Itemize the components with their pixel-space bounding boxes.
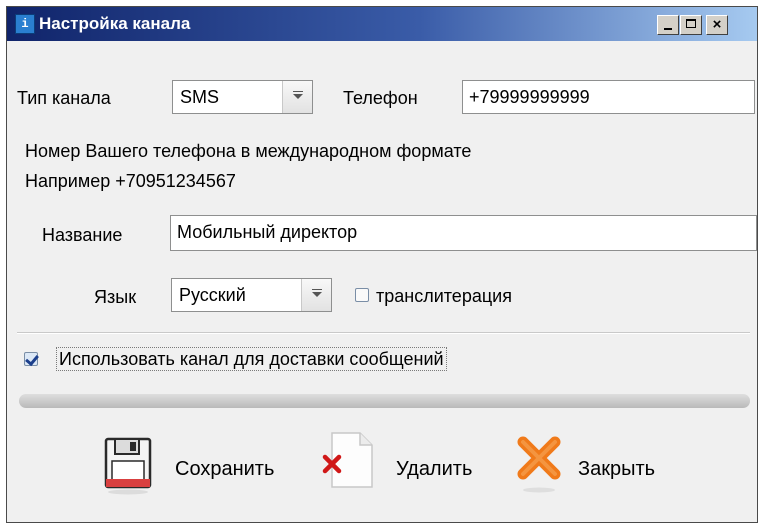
delete-button[interactable]: Удалить — [320, 427, 500, 499]
use-channel-label[interactable]: Использовать канал для доставки сообщени… — [56, 347, 447, 371]
language-value: Русский — [179, 285, 246, 305]
name-input[interactable]: Мобильный директор — [170, 215, 757, 251]
maximize-icon — [686, 19, 696, 28]
minimize-icon — [664, 28, 672, 30]
channel-app-icon: i — [15, 14, 35, 34]
close-icon: × — [712, 16, 722, 33]
transliteration-label[interactable]: транслитерация — [376, 285, 512, 307]
dropdown-button[interactable] — [301, 279, 331, 311]
phone-hint-line1: Номер Вашего телефона в международном фо… — [25, 141, 472, 161]
close-label: Закрыть — [578, 458, 656, 480]
phone-hint-line2: Например +70951234567 — [25, 171, 236, 191]
save-button[interactable]: Сохранить — [103, 435, 303, 507]
channel-type-value: SMS — [180, 87, 220, 107]
phone-input[interactable]: +79999999999 — [462, 80, 755, 114]
close-window-button[interactable]: × — [706, 15, 728, 35]
chevron-down-icon — [293, 94, 303, 99]
save-label: Сохранить — [175, 458, 275, 480]
delete-label: Удалить — [396, 458, 473, 480]
floppy-disk-icon — [104, 437, 152, 495]
title-bar[interactable]: i Настройка канала × — [7, 7, 757, 41]
dropdown-bar-icon — [312, 289, 322, 290]
dropdown-bar-icon — [293, 91, 303, 92]
window-title: Настройка канала — [39, 14, 191, 33]
transliteration-checkbox[interactable] — [355, 288, 369, 302]
channel-settings-dialog: i Настройка канала × Тип канала SMS Теле… — [6, 6, 758, 523]
chevron-down-icon — [312, 292, 322, 297]
close-x-icon — [517, 436, 561, 493]
language-label: Язык — [94, 287, 137, 307]
divider — [17, 332, 750, 334]
channel-type-select[interactable]: SMS — [172, 80, 313, 114]
phone-label: Телефон — [343, 88, 418, 108]
language-select[interactable]: Русский — [171, 278, 332, 312]
dropdown-button[interactable] — [282, 81, 312, 113]
use-channel-checkbox[interactable] — [24, 351, 39, 367]
name-label: Название — [42, 225, 123, 245]
channel-type-label: Тип канала — [17, 88, 111, 108]
checkmark-icon — [25, 351, 39, 367]
maximize-button[interactable] — [680, 15, 702, 35]
delete-document-icon — [322, 432, 373, 488]
button-bar-divider — [19, 394, 750, 408]
minimize-button[interactable] — [657, 15, 679, 35]
close-button[interactable]: Закрыть — [515, 432, 695, 504]
